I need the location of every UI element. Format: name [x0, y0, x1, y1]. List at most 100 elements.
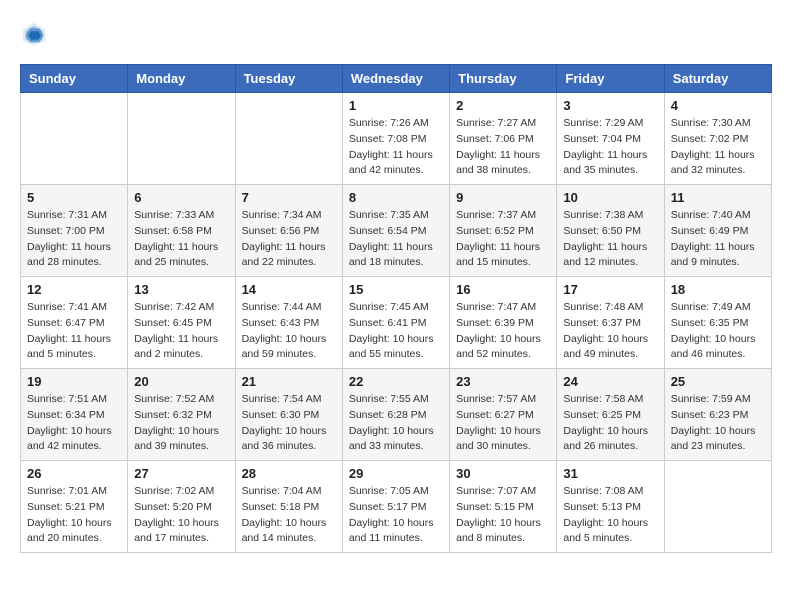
- logo: [20, 20, 52, 48]
- day-number: 27: [134, 466, 228, 481]
- day-info: Sunrise: 7:41 AM Sunset: 6:47 PM Dayligh…: [27, 300, 121, 363]
- day-number: 30: [456, 466, 550, 481]
- weekday-header: Tuesday: [235, 65, 342, 93]
- weekday-header: Monday: [128, 65, 235, 93]
- weekday-header: Friday: [557, 65, 664, 93]
- day-info: Sunrise: 7:08 AM Sunset: 5:13 PM Dayligh…: [563, 484, 657, 547]
- calendar-cell: 21 Sunrise: 7:54 AM Sunset: 6:30 PM Dayli…: [235, 369, 342, 461]
- calendar-week-row: 12 Sunrise: 7:41 AM Sunset: 6:47 PM Dayli…: [21, 277, 772, 369]
- day-number: 28: [242, 466, 336, 481]
- day-number: 31: [563, 466, 657, 481]
- day-number: 2: [456, 98, 550, 113]
- calendar-week-row: 19 Sunrise: 7:51 AM Sunset: 6:34 PM Dayli…: [21, 369, 772, 461]
- calendar-cell: 14Sunrise: 7:44 AM Sunset: 6:43 PM Dayli…: [235, 277, 342, 369]
- weekday-header-row: SundayMondayTuesdayWednesdayThursdayFrid…: [21, 65, 772, 93]
- calendar-cell: 15 Sunrise: 7:45 AM Sunset: 6:41 PM Dayli…: [342, 277, 449, 369]
- day-number: 20: [134, 374, 228, 389]
- calendar-cell: 12 Sunrise: 7:41 AM Sunset: 6:47 PM Dayli…: [21, 277, 128, 369]
- calendar-cell: 22Sunrise: 7:55 AM Sunset: 6:28 PM Dayli…: [342, 369, 449, 461]
- day-number: 18: [671, 282, 765, 297]
- day-number: 24: [563, 374, 657, 389]
- day-number: 5: [27, 190, 121, 205]
- calendar-cell: 5 Sunrise: 7:31 AM Sunset: 7:00 PM Daylig…: [21, 185, 128, 277]
- day-number: 21: [242, 374, 336, 389]
- calendar-cell: 31 Sunrise: 7:08 AM Sunset: 5:13 PM Dayli…: [557, 461, 664, 553]
- day-number: 8: [349, 190, 443, 205]
- day-info: Sunrise: 7:58 AM Sunset: 6:25 PM Dayligh…: [563, 392, 657, 455]
- calendar-cell: 3 Sunrise: 7:29 AM Sunset: 7:04 PM Daylig…: [557, 93, 664, 185]
- day-number: 7: [242, 190, 336, 205]
- calendar-cell: [664, 461, 771, 553]
- day-number: 12: [27, 282, 121, 297]
- logo-icon: [20, 20, 48, 48]
- calendar-week-row: 5 Sunrise: 7:31 AM Sunset: 7:00 PM Daylig…: [21, 185, 772, 277]
- weekday-header: Sunday: [21, 65, 128, 93]
- day-number: 26: [27, 466, 121, 481]
- day-number: 4: [671, 98, 765, 113]
- day-info: Sunrise: 7:57 AM Sunset: 6:27 PM Dayligh…: [456, 392, 550, 455]
- day-number: 15: [349, 282, 443, 297]
- weekday-header: Thursday: [450, 65, 557, 93]
- day-info: Sunrise: 7:30 AM Sunset: 7:02 PM Dayligh…: [671, 116, 765, 179]
- calendar-cell: 8 Sunrise: 7:35 AM Sunset: 6:54 PM Daylig…: [342, 185, 449, 277]
- weekday-header: Saturday: [664, 65, 771, 93]
- calendar-cell: [21, 93, 128, 185]
- day-number: 23: [456, 374, 550, 389]
- calendar-cell: 13 Sunrise: 7:42 AM Sunset: 6:45 PM Dayli…: [128, 277, 235, 369]
- calendar-cell: 18 Sunrise: 7:49 AM Sunset: 6:35 PM Dayli…: [664, 277, 771, 369]
- calendar-cell: 7Sunrise: 7:34 AM Sunset: 6:56 PM Daylig…: [235, 185, 342, 277]
- day-info: Sunrise: 7:31 AM Sunset: 7:00 PM Dayligh…: [27, 208, 121, 271]
- calendar-cell: 2 Sunrise: 7:27 AM Sunset: 7:06 PM Daylig…: [450, 93, 557, 185]
- calendar-cell: 10 Sunrise: 7:38 AM Sunset: 6:50 PM Dayli…: [557, 185, 664, 277]
- day-number: 11: [671, 190, 765, 205]
- day-info: Sunrise: 7:37 AM Sunset: 6:52 PM Dayligh…: [456, 208, 550, 271]
- calendar-week-row: 1Sunrise: 7:26 AM Sunset: 7:08 PM Daylig…: [21, 93, 772, 185]
- calendar-cell: 28 Sunrise: 7:04 AM Sunset: 5:18 PM Dayli…: [235, 461, 342, 553]
- day-number: 19: [27, 374, 121, 389]
- day-number: 29: [349, 466, 443, 481]
- day-info: Sunrise: 7:29 AM Sunset: 7:04 PM Dayligh…: [563, 116, 657, 179]
- day-info: Sunrise: 7:55 AM Sunset: 6:28 PM Dayligh…: [349, 392, 443, 455]
- day-info: Sunrise: 7:38 AM Sunset: 6:50 PM Dayligh…: [563, 208, 657, 271]
- calendar-cell: 1Sunrise: 7:26 AM Sunset: 7:08 PM Daylig…: [342, 93, 449, 185]
- day-number: 6: [134, 190, 228, 205]
- day-info: Sunrise: 7:54 AM Sunset: 6:30 PM Dayligh…: [242, 392, 336, 455]
- calendar-cell: 4 Sunrise: 7:30 AM Sunset: 7:02 PM Daylig…: [664, 93, 771, 185]
- day-info: Sunrise: 7:42 AM Sunset: 6:45 PM Dayligh…: [134, 300, 228, 363]
- weekday-header: Wednesday: [342, 65, 449, 93]
- day-info: Sunrise: 7:35 AM Sunset: 6:54 PM Dayligh…: [349, 208, 443, 271]
- day-number: 25: [671, 374, 765, 389]
- calendar-cell: [235, 93, 342, 185]
- calendar-cell: 16Sunrise: 7:47 AM Sunset: 6:39 PM Dayli…: [450, 277, 557, 369]
- calendar-cell: 26Sunrise: 7:01 AM Sunset: 5:21 PM Dayli…: [21, 461, 128, 553]
- calendar-cell: 27 Sunrise: 7:02 AM Sunset: 5:20 PM Dayli…: [128, 461, 235, 553]
- day-info: Sunrise: 7:02 AM Sunset: 5:20 PM Dayligh…: [134, 484, 228, 547]
- calendar-cell: 30Sunrise: 7:07 AM Sunset: 5:15 PM Dayli…: [450, 461, 557, 553]
- calendar-cell: [128, 93, 235, 185]
- day-info: Sunrise: 7:59 AM Sunset: 6:23 PM Dayligh…: [671, 392, 765, 455]
- calendar-cell: 6 Sunrise: 7:33 AM Sunset: 6:58 PM Daylig…: [128, 185, 235, 277]
- day-info: Sunrise: 7:27 AM Sunset: 7:06 PM Dayligh…: [456, 116, 550, 179]
- day-info: Sunrise: 7:04 AM Sunset: 5:18 PM Dayligh…: [242, 484, 336, 547]
- day-info: Sunrise: 7:52 AM Sunset: 6:32 PM Dayligh…: [134, 392, 228, 455]
- day-info: Sunrise: 7:26 AM Sunset: 7:08 PM Dayligh…: [349, 116, 443, 179]
- calendar-table: SundayMondayTuesdayWednesdayThursdayFrid…: [20, 64, 772, 553]
- calendar-cell: 29Sunrise: 7:05 AM Sunset: 5:17 PM Dayli…: [342, 461, 449, 553]
- day-number: 10: [563, 190, 657, 205]
- calendar-cell: 17Sunrise: 7:48 AM Sunset: 6:37 PM Dayli…: [557, 277, 664, 369]
- calendar-cell: 19 Sunrise: 7:51 AM Sunset: 6:34 PM Dayli…: [21, 369, 128, 461]
- day-number: 16: [456, 282, 550, 297]
- day-info: Sunrise: 7:33 AM Sunset: 6:58 PM Dayligh…: [134, 208, 228, 271]
- day-info: Sunrise: 7:45 AM Sunset: 6:41 PM Dayligh…: [349, 300, 443, 363]
- day-number: 14: [242, 282, 336, 297]
- day-number: 9: [456, 190, 550, 205]
- day-number: 13: [134, 282, 228, 297]
- page-header: [20, 20, 772, 48]
- calendar-cell: 9 Sunrise: 7:37 AM Sunset: 6:52 PM Daylig…: [450, 185, 557, 277]
- day-info: Sunrise: 7:51 AM Sunset: 6:34 PM Dayligh…: [27, 392, 121, 455]
- calendar-cell: 20 Sunrise: 7:52 AM Sunset: 6:32 PM Dayli…: [128, 369, 235, 461]
- day-info: Sunrise: 7:49 AM Sunset: 6:35 PM Dayligh…: [671, 300, 765, 363]
- calendar-cell: 25 Sunrise: 7:59 AM Sunset: 6:23 PM Dayli…: [664, 369, 771, 461]
- day-number: 3: [563, 98, 657, 113]
- calendar-cell: 24 Sunrise: 7:58 AM Sunset: 6:25 PM Dayli…: [557, 369, 664, 461]
